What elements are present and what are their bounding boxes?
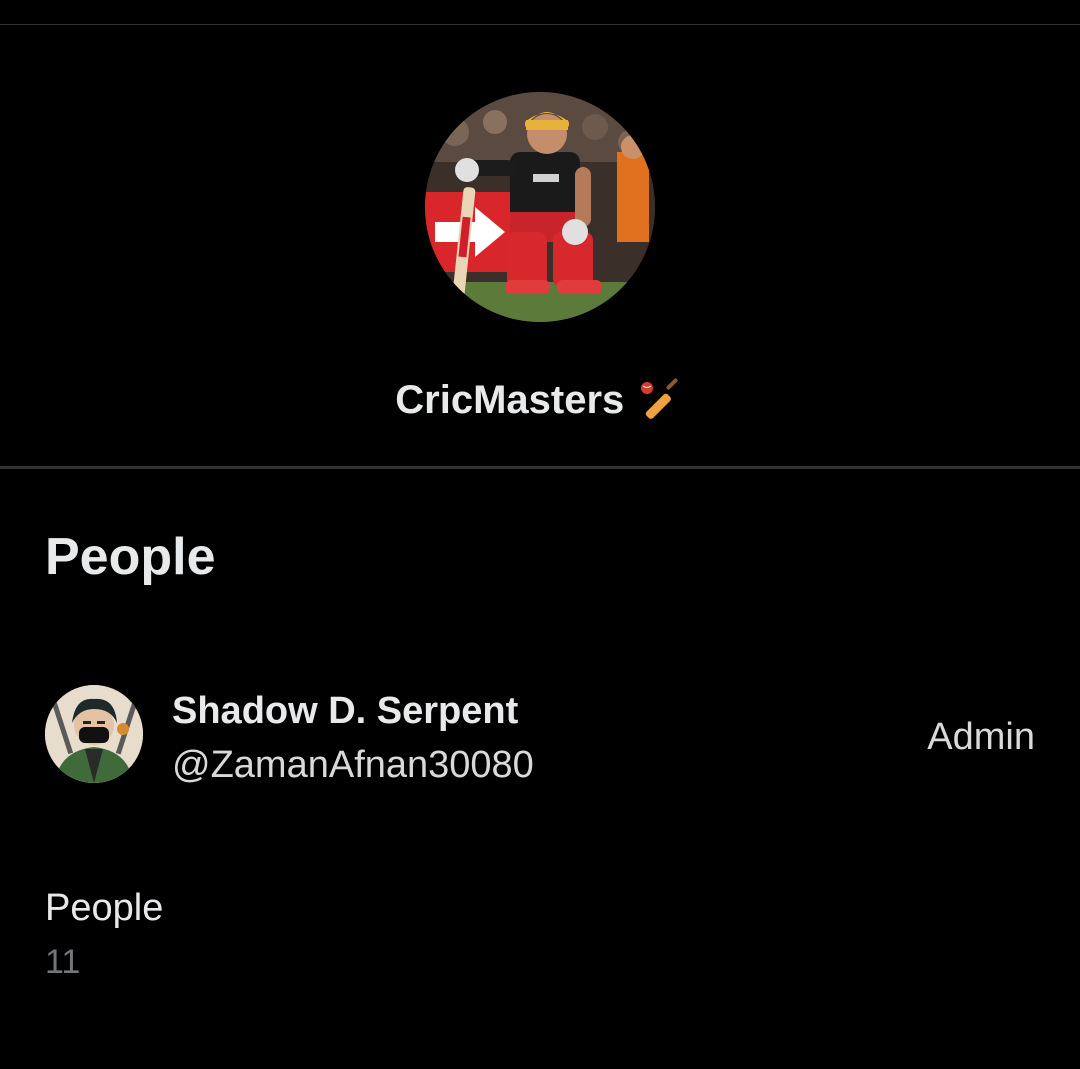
group-avatar[interactable] — [425, 92, 655, 322]
group-name-row: CricMasters — [0, 372, 1080, 428]
member-row[interactable]: Shadow D. Serpent @ZamanAfnan30080 Admin — [0, 670, 1080, 800]
member-avatar[interactable] — [45, 685, 143, 783]
member-name: Shadow D. Serpent — [172, 690, 519, 732]
people-count-label: People — [45, 887, 164, 929]
people-count-value: 11 — [45, 943, 81, 981]
group-avatar-image — [425, 92, 655, 322]
cricket-bat-and-ball-icon — [637, 376, 685, 424]
member-avatar-image — [45, 685, 143, 783]
member-role-badge: Admin — [927, 716, 1035, 758]
section-divider — [0, 466, 1080, 469]
group-name: CricMasters — [395, 378, 625, 422]
member-handle: @ZamanAfnan30080 — [172, 744, 534, 786]
people-section-title: People — [45, 528, 216, 586]
